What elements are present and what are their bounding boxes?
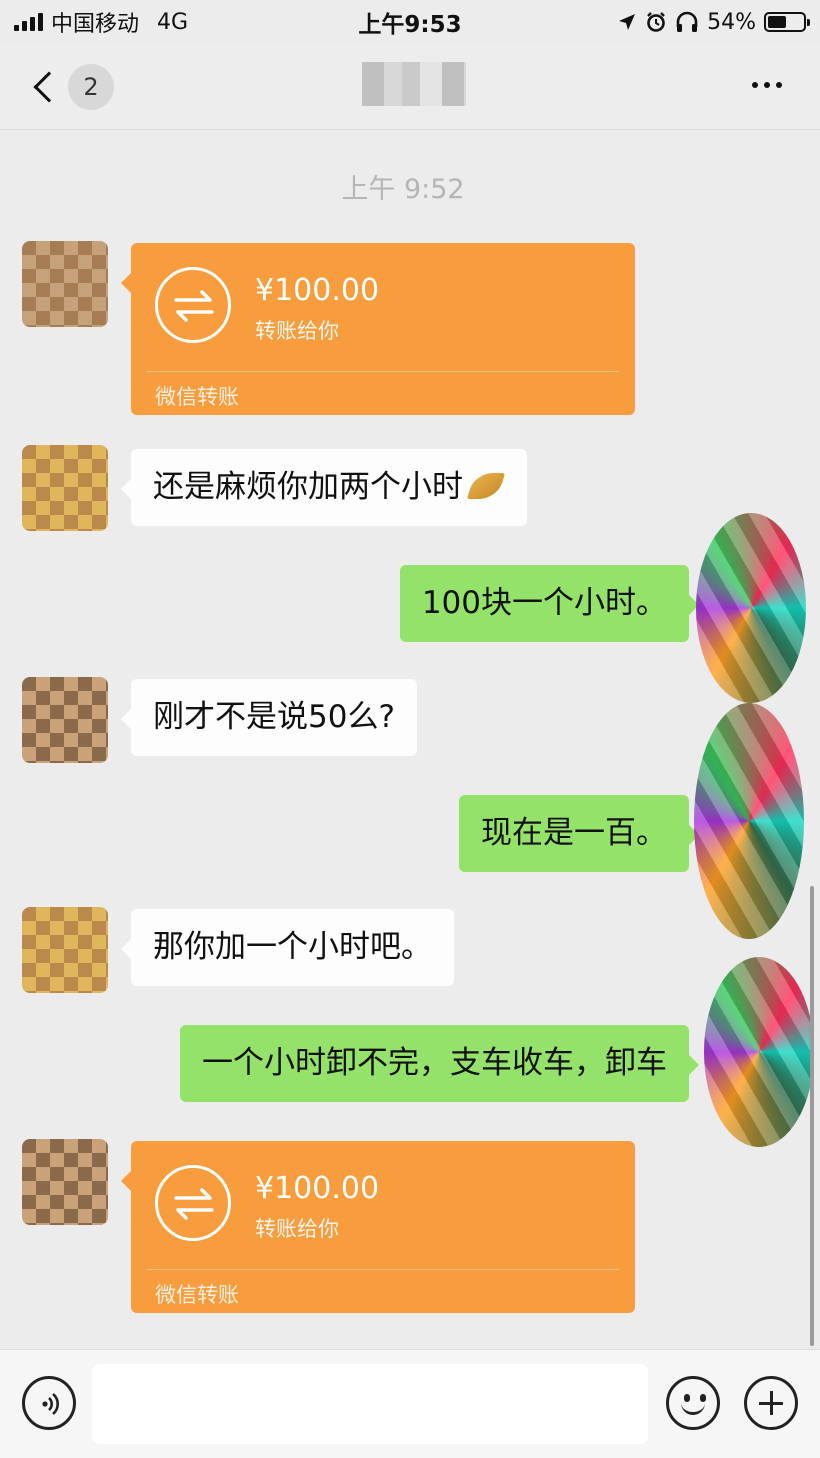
status-right: 54% (617, 9, 810, 35)
nav-bar: 2 (0, 44, 820, 130)
scrollbar[interactable] (810, 886, 814, 1346)
my-avatar[interactable] (694, 703, 804, 939)
contact-name-pixelated (362, 62, 466, 106)
network-label: 4G (157, 9, 189, 35)
back-button[interactable]: 2 (30, 64, 114, 110)
battery-percent: 54% (707, 9, 756, 35)
plus-icon[interactable] (744, 1376, 798, 1430)
message-list[interactable]: 上午 9:52 ¥100.00 转账给你 微信转账 还是麻烦你加两个小时 100… (0, 131, 820, 1349)
back-chevron-icon (33, 71, 65, 103)
status-left: 中国移动 4G (14, 6, 188, 38)
transfer-amount: ¥100.00 (255, 1171, 380, 1206)
message-bubble-incoming[interactable]: 刚才不是说50么? (121, 679, 417, 757)
contact-avatar[interactable] (22, 1139, 108, 1225)
transfer-card[interactable]: ¥100.00 转账给你 微信转账 (121, 243, 635, 415)
transfer-icon (155, 267, 231, 343)
message-timestamp: 上午 9:52 (341, 174, 465, 205)
headphones-icon (676, 11, 698, 32)
alarm-icon (647, 12, 665, 32)
battery-icon (764, 12, 810, 32)
transfer-footer: 微信转账 (155, 1283, 239, 1307)
message-bubble-incoming[interactable]: 还是麻烦你加两个小时 (121, 449, 527, 527)
message-text: 一个小时卸不完，支车收车，卸车 (202, 1045, 667, 1081)
voice-icon[interactable] (22, 1376, 76, 1430)
transfer-divider (147, 371, 619, 372)
contact-avatar[interactable] (22, 907, 108, 993)
transfer-icon (155, 1165, 231, 1241)
emoji-icon[interactable] (666, 1376, 720, 1430)
more-icon[interactable] (752, 82, 782, 88)
unread-badge: 2 (68, 64, 114, 110)
contact-avatar[interactable] (22, 677, 108, 763)
input-bar (0, 1349, 820, 1458)
message-text: 刚才不是说50么? (153, 699, 395, 735)
my-avatar[interactable] (696, 513, 806, 703)
carrier-label: 中国移动 (51, 12, 140, 37)
transfer-amount: ¥100.00 (255, 273, 380, 308)
transfer-note: 转账给你 (255, 319, 339, 343)
folded-hands-icon (465, 471, 505, 501)
my-avatar[interactable] (704, 957, 814, 1147)
message-input[interactable] (92, 1364, 648, 1444)
battery-level (768, 16, 787, 28)
transfer-footer: 微信转账 (155, 385, 239, 409)
location-arrow-icon (619, 14, 636, 30)
message-bubble-outgoing[interactable]: 一个小时卸不完，支车收车，卸车 (180, 1025, 699, 1103)
message-bubble-incoming[interactable]: 那你加一个小时吧。 (121, 909, 454, 987)
message-text: 100块一个小时。 (421, 585, 667, 621)
transfer-divider (147, 1269, 619, 1270)
message-text: 现在是一百。 (481, 815, 667, 851)
message-bubble-outgoing[interactable]: 100块一个小时。 (399, 565, 700, 643)
status-bar: 中国移动 4G 上午9:53 54% (0, 0, 820, 44)
message-text: 那你加一个小时吧。 (153, 929, 432, 965)
signal-icon (14, 13, 43, 31)
contact-avatar[interactable] (22, 445, 108, 531)
transfer-note: 转账给你 (255, 1217, 339, 1241)
message-text: 还是麻烦你加两个小时 (153, 469, 463, 505)
message-bubble-outgoing[interactable]: 现在是一百。 (459, 795, 699, 873)
transfer-card[interactable]: ¥100.00 转账给你 微信转账 (121, 1141, 635, 1313)
contact-avatar[interactable] (22, 241, 108, 327)
